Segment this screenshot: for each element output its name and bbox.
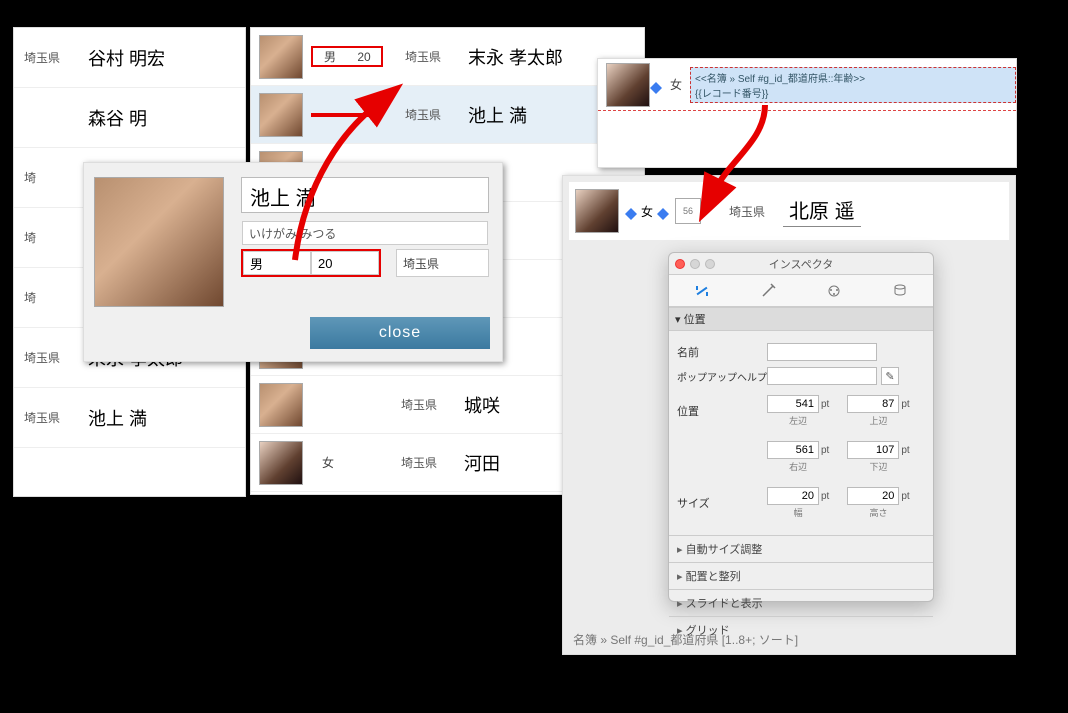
- tab-data[interactable]: [889, 280, 911, 302]
- pref-label: 埼玉県: [24, 409, 74, 426]
- acc-grid[interactable]: グリッド: [669, 616, 933, 643]
- label-name: 名前: [677, 344, 767, 360]
- sex-label: 女: [670, 76, 682, 93]
- label-position: 位置: [677, 403, 767, 419]
- pref-label: 埼玉県: [729, 203, 765, 220]
- list-item[interactable]: 埼玉県池上 満: [251, 86, 644, 144]
- person-detail-popup: 池上 満 いけがみ みつる 男 20 埼玉県 close: [83, 162, 503, 362]
- edit-icon[interactable]: ✎: [881, 367, 899, 385]
- inspector-tabs: [669, 275, 933, 307]
- inspector-palette: インスペクタ ▾ 位置 名前 ポップアップヘルプ ✎ 位置: [668, 252, 934, 602]
- record-row[interactable]: 女 56 埼玉県 北原 遥: [569, 182, 1009, 240]
- pos-right-input[interactable]: [767, 441, 819, 459]
- inspector-title: インスペクタ: [769, 256, 834, 272]
- kana-field[interactable]: いけがみ みつる: [242, 221, 488, 245]
- merge-field-line1: <<名簿 » Self #g_id_都道府県::年齢>>: [695, 70, 1011, 85]
- list-item[interactable]: 森谷 明: [14, 88, 245, 148]
- tab-appearance[interactable]: [757, 280, 779, 302]
- avatar: [259, 383, 303, 427]
- pref-field[interactable]: 埼玉県: [396, 249, 489, 277]
- avatar: [259, 441, 303, 485]
- section-position-header[interactable]: ▾ 位置: [669, 307, 933, 331]
- tab-styles[interactable]: [823, 280, 845, 302]
- window-titlebar[interactable]: インスペクタ: [669, 253, 933, 275]
- sex-field[interactable]: 男: [243, 251, 311, 275]
- person-name: 谷村 明宏: [88, 45, 165, 71]
- person-name: 城咲: [464, 392, 500, 418]
- person-name: 河田: [464, 450, 500, 476]
- age-chip[interactable]: 56: [675, 198, 701, 224]
- person-name: 池上 満: [468, 102, 527, 128]
- diamond-icon: [650, 76, 662, 88]
- pref-label: 埼玉県: [401, 396, 456, 413]
- avatar: [94, 177, 224, 307]
- merge-field[interactable]: <<名簿 » Self #g_id_都道府県::年齢>> {{レコード番号}}: [690, 67, 1016, 103]
- list-item[interactable]: 男20 埼玉県末永 孝太郎: [251, 28, 644, 86]
- sex-cell: 女: [311, 454, 345, 471]
- acc-arrange[interactable]: 配置と整列: [669, 562, 933, 589]
- minimize-icon[interactable]: [690, 259, 700, 269]
- pos-top-input[interactable]: [847, 395, 899, 413]
- avatar: [259, 93, 303, 137]
- avatar: [575, 189, 619, 233]
- acc-autosize[interactable]: 自動サイズ調整: [669, 535, 933, 562]
- label-size: サイズ: [677, 495, 767, 511]
- close-button[interactable]: close: [310, 317, 490, 349]
- person-name: 池上 満: [88, 405, 147, 431]
- acc-slide[interactable]: スライドと表示: [669, 589, 933, 616]
- close-icon[interactable]: [675, 259, 685, 269]
- label-popup-help: ポップアップヘルプ: [677, 369, 767, 384]
- sex-age-group: 男 20: [241, 249, 381, 277]
- tab-position[interactable]: [691, 280, 713, 302]
- sex-label: 女: [641, 203, 653, 220]
- zoom-icon[interactable]: [705, 259, 715, 269]
- avatar: [259, 35, 303, 79]
- person-name: 北原 遥: [783, 195, 861, 227]
- list-item[interactable]: 埼玉県 池上 満: [14, 388, 245, 448]
- pref-label: 埼玉県: [405, 106, 460, 123]
- size-height-input[interactable]: [847, 487, 899, 505]
- name-input[interactable]: [767, 343, 877, 361]
- sex-cell: 男: [313, 48, 347, 65]
- age-field[interactable]: 20: [311, 251, 379, 275]
- popup-help-input[interactable]: [767, 367, 877, 385]
- name-field[interactable]: 池上 満: [241, 177, 489, 213]
- pos-bottom-input[interactable]: [847, 441, 899, 459]
- layout-editor-row: 女 <<名簿 » Self #g_id_都道府県::年齢>> {{レコード番号}…: [597, 58, 1017, 168]
- diamond-icon: [625, 202, 637, 214]
- person-name: 森谷 明: [88, 105, 147, 131]
- diamond-icon: [657, 202, 669, 214]
- pos-left-input[interactable]: [767, 395, 819, 413]
- age-cell: 20: [347, 50, 381, 64]
- person-name: 末永 孝太郎: [468, 44, 563, 70]
- merge-field-line2: {{レコード番号}}: [695, 85, 1011, 100]
- list-item[interactable]: 埼玉県 谷村 明宏: [14, 28, 245, 88]
- pref-label: 埼玉県: [24, 349, 74, 366]
- pref-label: 埼玉県: [401, 454, 456, 471]
- pref-label: 埼玉県: [24, 49, 74, 66]
- size-width-input[interactable]: [767, 487, 819, 505]
- pref-label: 埼玉県: [405, 48, 460, 65]
- avatar: [606, 63, 650, 107]
